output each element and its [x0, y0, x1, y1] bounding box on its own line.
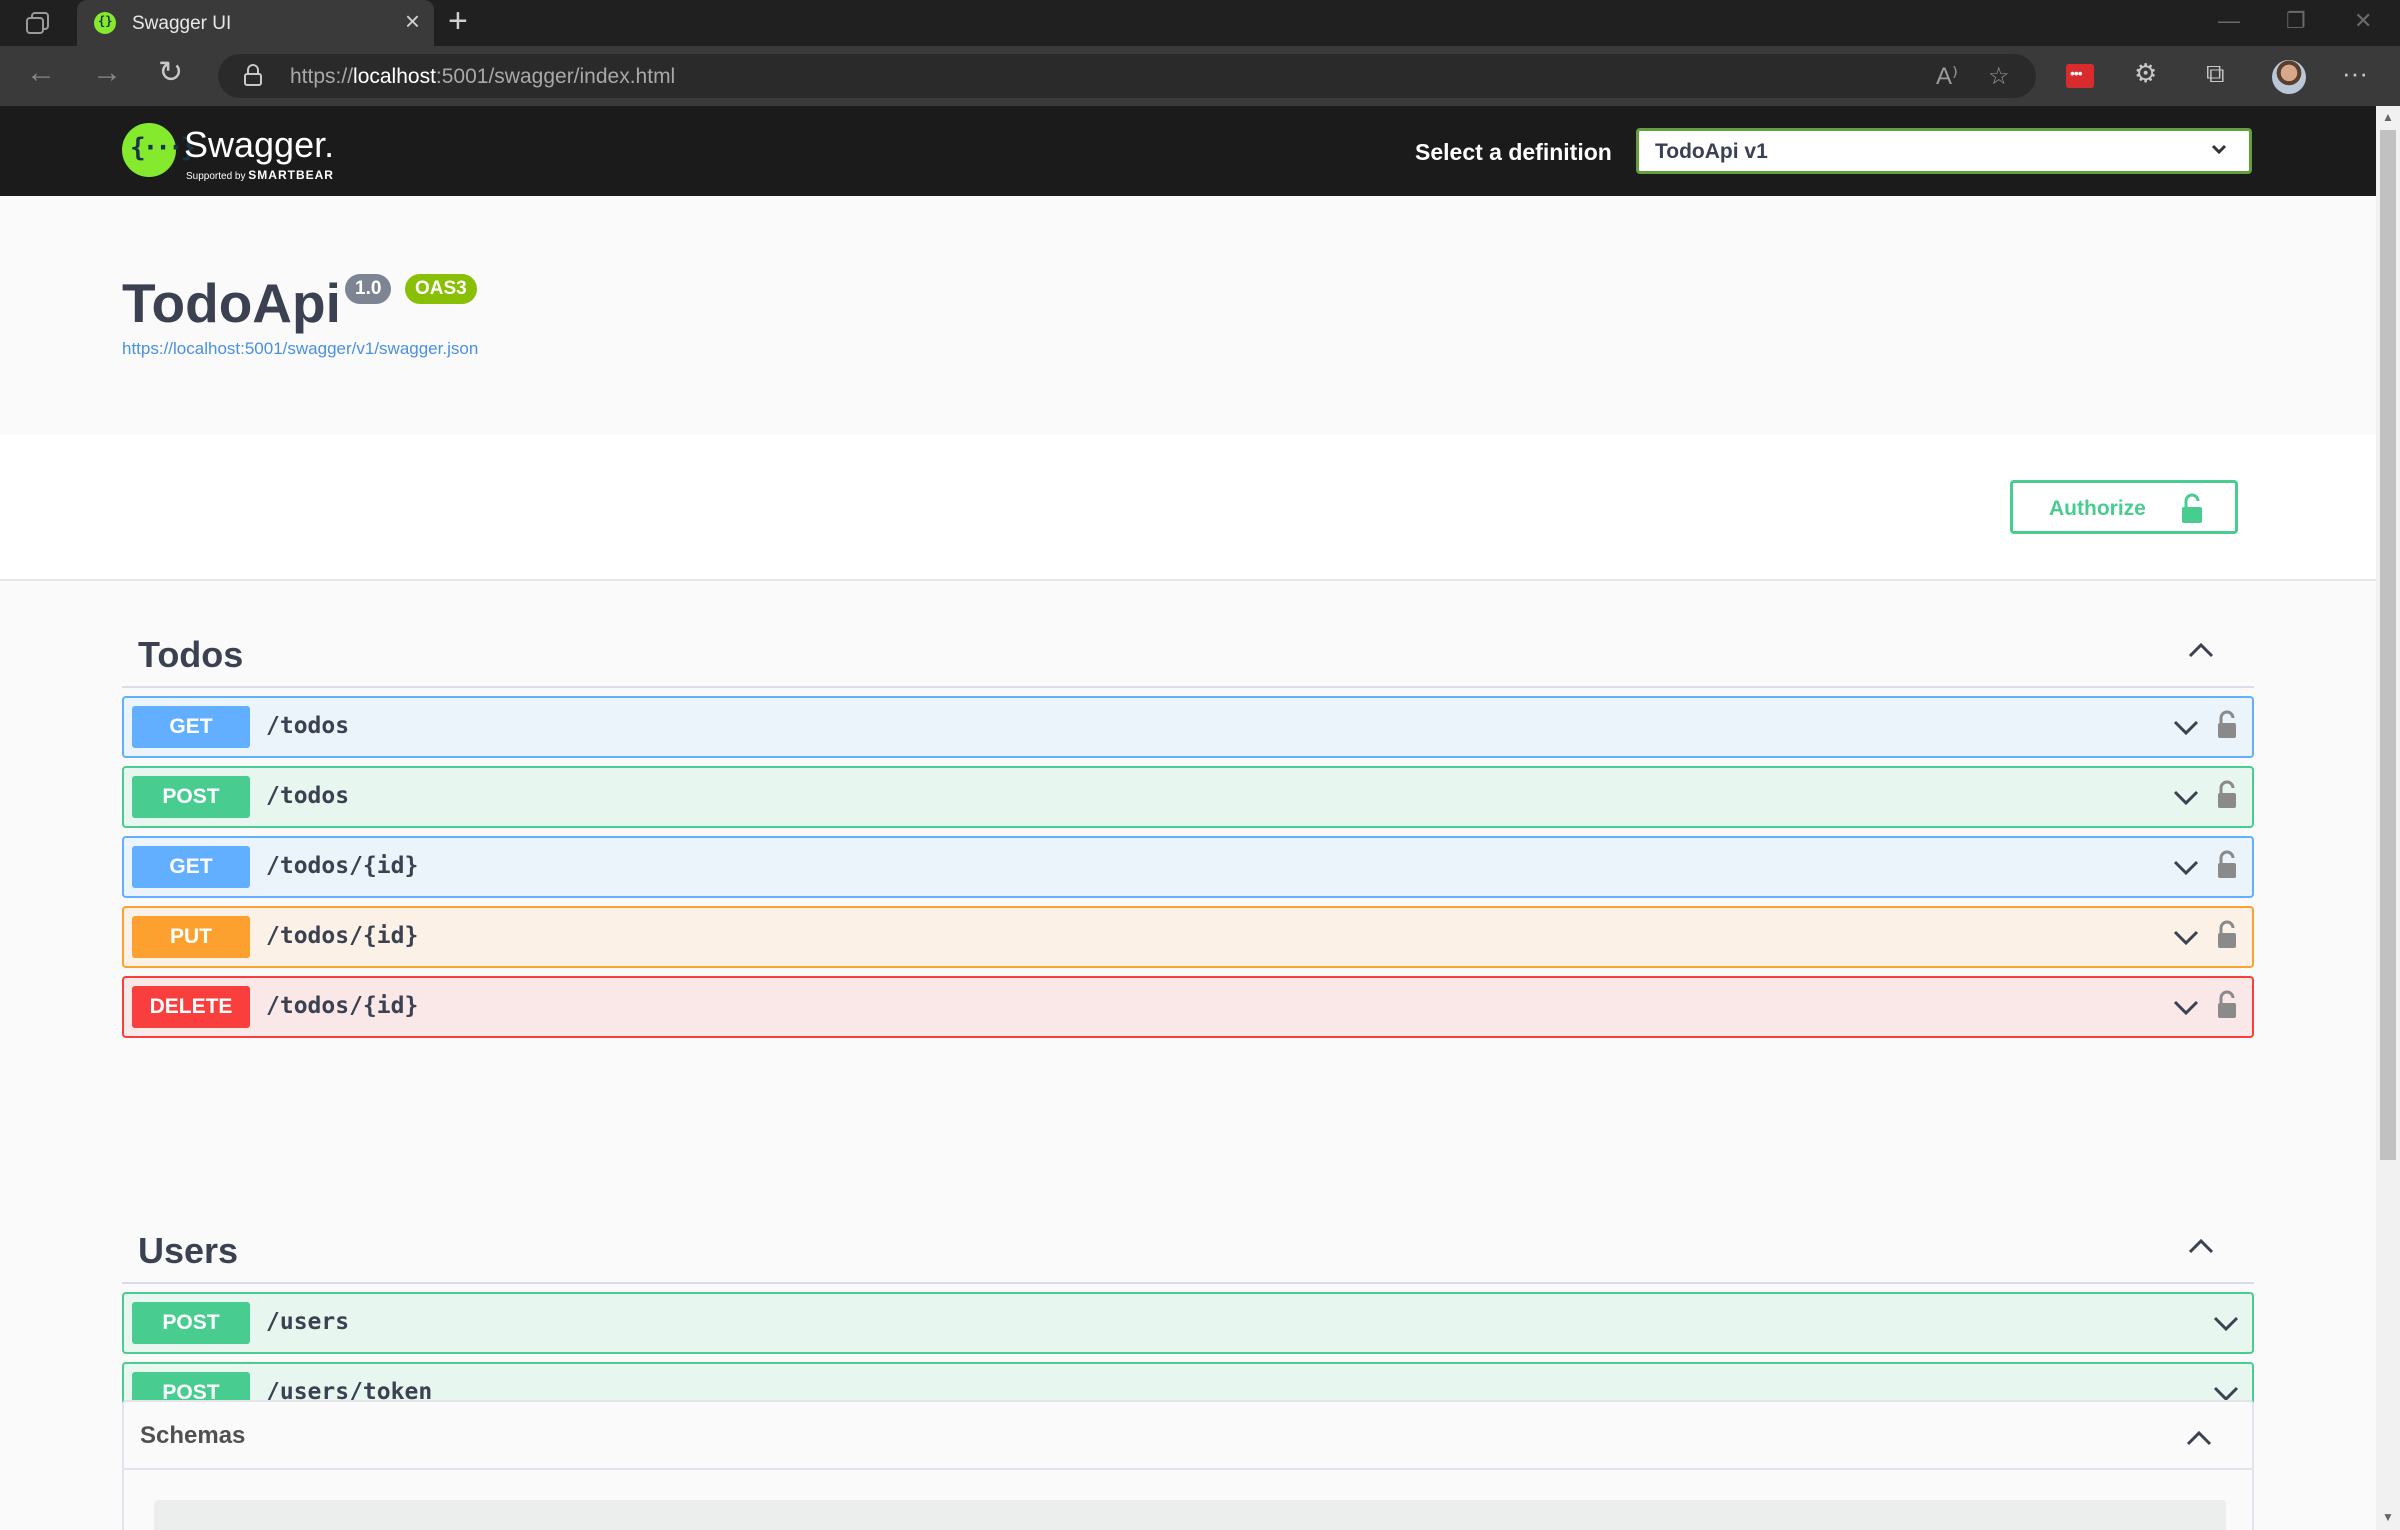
- refresh-icon[interactable]: ↻: [158, 58, 183, 88]
- logo-subtext: Supported by SMARTBEAR: [186, 168, 334, 182]
- window-close-icon[interactable]: ✕: [2354, 8, 2372, 34]
- authorize-button[interactable]: Authorize: [2010, 480, 2238, 534]
- operation-path: /todos: [266, 783, 350, 809]
- lock-icon[interactable]: [2216, 920, 2238, 950]
- lock-icon[interactable]: [2216, 780, 2238, 810]
- settings-more[interactable]: ···: [2342, 60, 2368, 86]
- lock-icon[interactable]: [244, 64, 262, 86]
- chevron-down-icon[interactable]: [2172, 996, 2200, 1018]
- operation-get-todo-by-id[interactable]: GET /todos/{id}: [122, 836, 2254, 898]
- oas-badge: OAS3: [405, 274, 477, 304]
- add-favorite-icon[interactable]: ☆: [1988, 62, 2010, 91]
- extension-red-icon[interactable]: [2066, 64, 2094, 88]
- tag-title: Users: [138, 1230, 239, 1271]
- read-aloud-icon[interactable]: A⁾: [1936, 62, 1958, 91]
- tag-header-users[interactable]: Users: [122, 1210, 2254, 1284]
- operation-put-todo[interactable]: PUT /todos/{id}: [122, 906, 2254, 968]
- method-badge: POST: [132, 776, 250, 818]
- chevron-down-icon[interactable]: [2172, 716, 2200, 738]
- method-badge: PUT: [132, 916, 250, 958]
- operation-post-users[interactable]: POST /users: [122, 1292, 2254, 1354]
- workspaces-icon[interactable]: [24, 11, 52, 35]
- minimize-icon[interactable]: —: [2218, 8, 2240, 34]
- schemas-title: Schemas: [140, 1422, 246, 1449]
- schemas-header[interactable]: Schemas: [124, 1402, 2252, 1470]
- operation-get-todos[interactable]: GET /todos: [122, 696, 2254, 758]
- operation-path: /todos/{id}: [266, 993, 419, 1019]
- address-bar[interactable]: https://localhost:5001/swagger/index.htm…: [218, 54, 2036, 98]
- forward-icon[interactable]: →: [92, 58, 122, 88]
- operation-path: /todos/{id}: [266, 923, 419, 949]
- chevron-down-icon[interactable]: [2172, 926, 2200, 948]
- operation-delete-todo[interactable]: DELETE /todos/{id}: [122, 976, 2254, 1038]
- chevron-down-icon: [2211, 144, 2227, 155]
- tag-header-todos[interactable]: Todos: [122, 614, 2254, 688]
- unlock-icon: [2182, 493, 2202, 523]
- new-tab-button[interactable]: +: [448, 4, 468, 38]
- lock-icon[interactable]: [2216, 850, 2238, 880]
- tab-title: Swagger UI: [132, 13, 232, 34]
- swagger-logo-icon[interactable]: {···}: [122, 123, 196, 177]
- browser-toolbar: ← → ↻ https://localhost:5001/swagger/ind…: [0, 46, 2400, 106]
- restore-icon[interactable]: ❐: [2286, 8, 2306, 34]
- browser-tab-bar: Swagger UI × + — ❐ ✕: [0, 0, 2400, 46]
- page-title: TodoApi: [122, 272, 341, 334]
- page-viewport: {···} Swagger. Supported by SMARTBEAR Se…: [0, 106, 2376, 1530]
- authorize-label: Authorize: [2049, 497, 2146, 520]
- swagger-favicon-icon: [94, 12, 116, 34]
- chevron-up-icon: [2188, 642, 2214, 658]
- scroll-up-icon[interactable]: ▲: [2382, 110, 2394, 124]
- chevron-down-icon[interactable]: [2172, 856, 2200, 878]
- chevron-down-icon[interactable]: [2212, 1312, 2240, 1334]
- tab-close-icon[interactable]: ×: [405, 8, 420, 34]
- lock-icon[interactable]: [2216, 990, 2238, 1020]
- definition-select[interactable]: TodoApi v1: [1636, 128, 2252, 174]
- chevron-down-icon[interactable]: [2172, 786, 2200, 808]
- swagger-topbar: {···} Swagger. Supported by SMARTBEAR Se…: [0, 106, 2376, 196]
- url-text[interactable]: https://localhost:5001/swagger/index.htm…: [290, 65, 675, 89]
- scrollbar-thumb[interactable]: [2380, 130, 2396, 1160]
- browser-tab-swagger[interactable]: Swagger UI ×: [77, 0, 434, 46]
- tag-section-users: Users POST /users POST /users/token: [122, 1210, 2254, 1424]
- logo-text: Swagger.: [184, 124, 335, 165]
- schema-model-box[interactable]: [154, 1500, 2226, 1530]
- back-icon[interactable]: ←: [26, 58, 56, 88]
- extensions-icon[interactable]: ⚙: [2134, 60, 2157, 86]
- api-info: [0, 196, 2376, 435]
- scroll-down-icon[interactable]: ▼: [2382, 1510, 2394, 1524]
- page-scrollbar[interactable]: ▲ ▼: [2376, 106, 2400, 1530]
- schemas-section: Schemas: [122, 1400, 2254, 1530]
- lock-icon[interactable]: [2216, 710, 2238, 740]
- method-badge: DELETE: [132, 986, 250, 1028]
- version-badge: 1.0: [345, 274, 392, 304]
- tag-title: Todos: [138, 634, 244, 675]
- chevron-up-icon: [2186, 1430, 2212, 1446]
- method-badge: GET: [132, 846, 250, 888]
- collections-icon[interactable]: ⧉: [2206, 60, 2225, 86]
- operation-path: /users: [266, 1309, 350, 1335]
- method-badge: GET: [132, 706, 250, 748]
- scheme-container: Authorize: [0, 435, 2376, 581]
- chevron-up-icon: [2188, 1238, 2214, 1254]
- operation-path: /todos/{id}: [266, 853, 419, 879]
- operation-path: /todos: [266, 713, 350, 739]
- operation-post-todos[interactable]: POST /todos: [122, 766, 2254, 828]
- definition-label: Select a definition: [1415, 139, 1612, 165]
- profile-avatar[interactable]: [2272, 60, 2306, 94]
- tag-section-todos: Todos GET /todos POST /todos GET /todos/…: [122, 614, 2254, 1038]
- definition-selected-value: TodoApi v1: [1655, 140, 1768, 163]
- spec-url-link[interactable]: https://localhost:5001/swagger/v1/swagge…: [122, 339, 478, 359]
- method-badge: POST: [132, 1302, 250, 1344]
